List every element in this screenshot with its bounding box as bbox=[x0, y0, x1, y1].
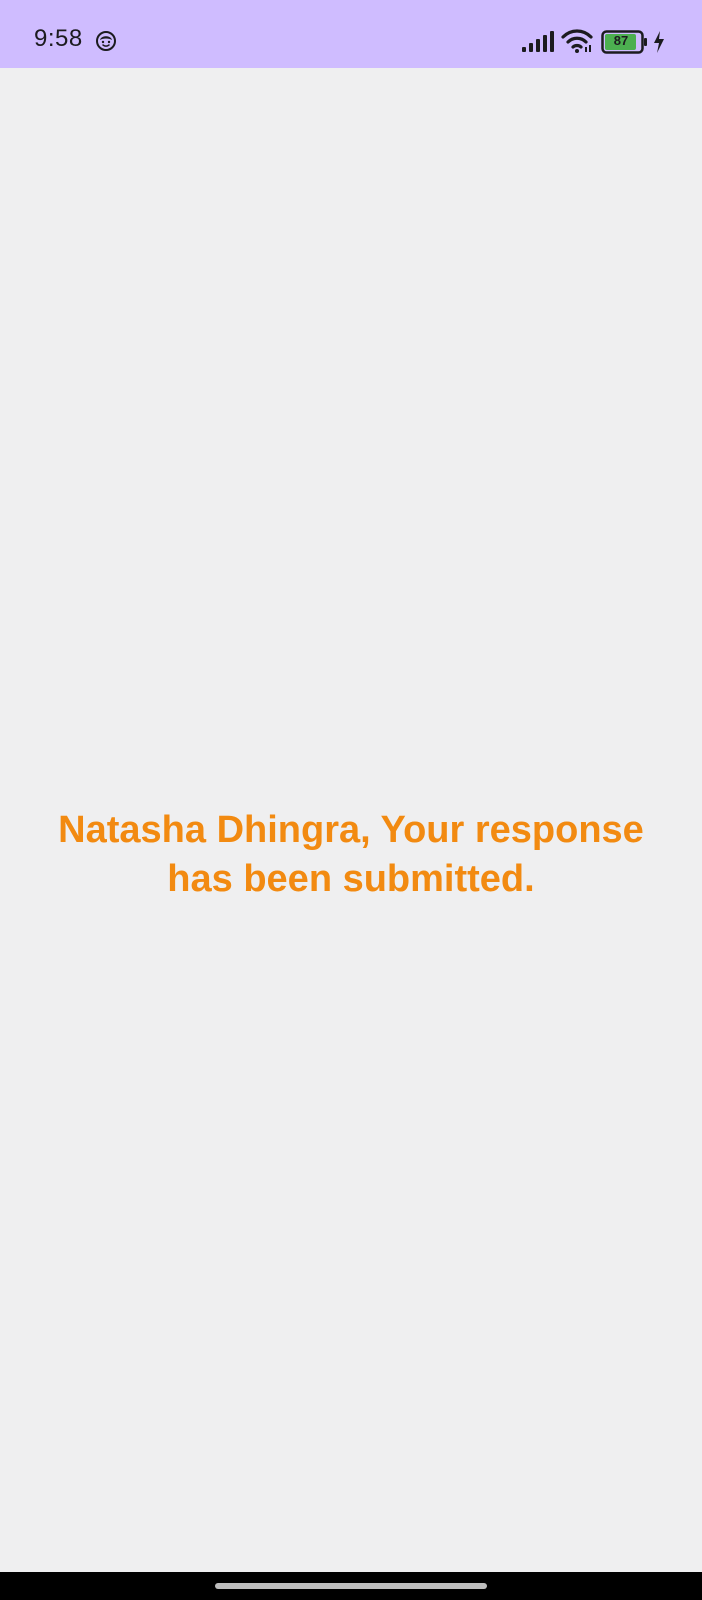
charging-icon bbox=[654, 31, 664, 53]
status-time: 9:58 bbox=[34, 25, 83, 52]
battery-level: 87 bbox=[613, 33, 629, 48]
navigation-bar bbox=[0, 1572, 702, 1600]
wifi-icon bbox=[561, 29, 593, 53]
signal-icon bbox=[522, 31, 554, 52]
content-area: Natasha Dhingra, Your response has been … bbox=[0, 68, 702, 1572]
home-indicator[interactable] bbox=[215, 1583, 487, 1589]
status-bar: 9:58 87 bbox=[0, 0, 702, 68]
submission-message: Natasha Dhingra, Your response has been … bbox=[58, 809, 644, 900]
face-icon bbox=[96, 31, 116, 51]
